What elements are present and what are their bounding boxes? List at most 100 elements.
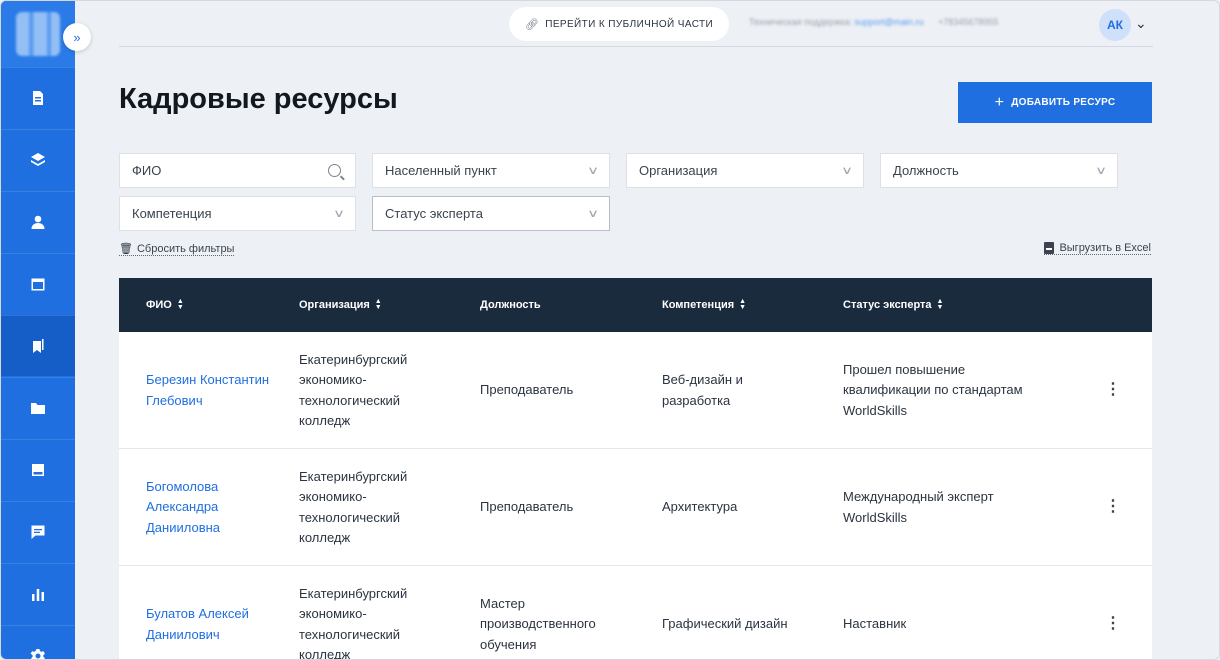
more-vertical-icon[interactable]: ⋮ bbox=[1103, 566, 1123, 659]
sidebar-item-documents[interactable] bbox=[1, 67, 75, 128]
logo-icon bbox=[16, 12, 60, 56]
row-competence: Архитектура bbox=[662, 499, 738, 515]
sidebar-item-folders[interactable] bbox=[1, 377, 75, 438]
export-excel-link[interactable]: Выгрузить в Excel bbox=[1044, 242, 1151, 255]
competence-select-label: Компетенция bbox=[132, 206, 212, 221]
expert-status-select-label: Статус эксперта bbox=[385, 206, 483, 221]
row-competence: Графический дизайн bbox=[662, 616, 788, 632]
trash-icon: 🗑︎ bbox=[119, 243, 133, 255]
sidebar-item-settings[interactable] bbox=[1, 625, 75, 659]
column-header-label: Организация bbox=[299, 299, 370, 311]
topbar: 🔗︎ ПЕРЕЙТИ К ПУБЛИЧНОЙ ЧАСТИ Техническая… bbox=[119, 1, 1153, 47]
row-organization: Екатеринбургский экономико-технологическ… bbox=[299, 351, 408, 429]
support-label: Техническая поддержка: bbox=[749, 17, 852, 27]
sort-icon: ▲ ▼ bbox=[936, 298, 944, 311]
column-header-status[interactable]: Статус эксперта ▲ ▼ bbox=[843, 278, 1023, 332]
resources-table: ФИО ▲ ▼ Организация ▲ ▼ Должность Компетен… bbox=[119, 278, 1152, 660]
fio-search-input[interactable]: ФИО bbox=[119, 153, 356, 188]
column-header-organization[interactable]: Организация ▲ ▼ bbox=[299, 278, 449, 332]
folder-icon bbox=[31, 403, 45, 414]
reset-filters-link[interactable]: 🗑︎ Сбросить фильтры bbox=[119, 242, 235, 256]
document-icon bbox=[33, 91, 43, 105]
row-fio-link[interactable]: Богомолова Александра Данииловна bbox=[146, 449, 281, 566]
table-header: ФИО ▲ ▼ Организация ▲ ▼ Должность Компетен… bbox=[119, 278, 1152, 332]
city-select-label: Населенный пункт bbox=[385, 163, 497, 178]
column-header-label: Статус эксперта bbox=[843, 299, 932, 311]
bookmarks-icon bbox=[33, 339, 44, 353]
competence-select[interactable]: Компетенция ∨ bbox=[119, 196, 356, 231]
sort-icon: ▲ ▼ bbox=[374, 298, 382, 311]
support-phone[interactable]: +78345678955 bbox=[938, 17, 998, 27]
more-vertical-icon[interactable]: ⋮ bbox=[1103, 332, 1123, 449]
row-fio-link[interactable]: Березин Константин Глебович bbox=[146, 332, 281, 449]
support-email[interactable]: support@main.ru bbox=[854, 17, 923, 27]
table-row: Богомолова Александра Данииловна Екатери… bbox=[119, 449, 1152, 566]
chevron-down-icon: ∨ bbox=[1094, 165, 1108, 177]
add-resource-button[interactable]: + ДОБАВИТЬ РЕСУРС bbox=[958, 82, 1152, 123]
chevron-down-icon[interactable]: ⌄ bbox=[1135, 15, 1147, 32]
row-position: Мастер производственного обучения bbox=[480, 595, 596, 652]
row-competence: Веб-дизайн и разработка bbox=[662, 372, 743, 408]
row-fio-link[interactable]: Булатов Алексей Даниилович bbox=[146, 566, 281, 659]
sort-icon: ▲ ▼ bbox=[739, 298, 747, 311]
row-position: Преподаватель bbox=[480, 382, 574, 398]
plus-icon: + bbox=[994, 93, 1005, 111]
column-header-position: Должность bbox=[480, 278, 630, 332]
sidebar-item-messages[interactable] bbox=[1, 501, 75, 562]
column-header-fio[interactable]: ФИО ▲ ▼ bbox=[146, 278, 281, 332]
sidebar-item-users[interactable] bbox=[1, 191, 75, 252]
public-part-button[interactable]: 🔗︎ ПЕРЕЙТИ К ПУБЛИЧНОЙ ЧАСТИ bbox=[509, 7, 729, 41]
link-icon: 🔗︎ bbox=[524, 18, 540, 31]
public-part-label: ПЕРЕЙТИ К ПУБЛИЧНОЙ ЧАСТИ bbox=[545, 18, 714, 30]
sidebar-item-library[interactable] bbox=[1, 439, 75, 500]
row-position: Преподаватель bbox=[480, 499, 574, 515]
user-icon bbox=[31, 215, 45, 229]
sidebar-item-analytics[interactable] bbox=[1, 563, 75, 624]
position-select[interactable]: Должность ∨ bbox=[880, 153, 1118, 188]
chevron-down-icon: ∨ bbox=[332, 208, 346, 220]
table-row: Булатов Алексей Даниилович Екатеринбургс… bbox=[119, 566, 1152, 660]
sidebar-toggle-button[interactable]: » bbox=[63, 23, 91, 51]
position-select-label: Должность bbox=[893, 163, 959, 178]
double-chevron-right-icon: » bbox=[73, 29, 81, 45]
calendar-icon bbox=[31, 278, 45, 291]
layers-icon bbox=[31, 153, 45, 166]
column-header-competence[interactable]: Компетенция ▲ ▼ bbox=[662, 278, 812, 332]
add-resource-label: ДОБАВИТЬ РЕСУРС bbox=[1011, 97, 1116, 108]
sidebar-item-layers[interactable] bbox=[1, 129, 75, 190]
gear-icon bbox=[30, 649, 45, 659]
organization-select-label: Организация bbox=[639, 163, 718, 178]
fio-placeholder: ФИО bbox=[132, 163, 162, 178]
app-frame: » 🔗︎ ПЕРЕЙТИ К ПУБЛИЧНОЙ ЧАСТИ Техническ… bbox=[0, 0, 1220, 660]
chevron-down-icon: ∨ bbox=[840, 165, 854, 177]
row-organization: Екатеринбургский экономико-технологическ… bbox=[299, 585, 408, 660]
chat-icon bbox=[31, 525, 45, 539]
sidebar-item-calendar[interactable] bbox=[1, 253, 75, 314]
avatar[interactable]: АК bbox=[1099, 9, 1131, 41]
file-icon bbox=[1044, 242, 1055, 254]
sidebar-item-resources[interactable] bbox=[1, 315, 75, 376]
more-vertical-icon[interactable]: ⋮ bbox=[1103, 449, 1123, 566]
row-status: Наставник bbox=[843, 616, 907, 632]
search-icon bbox=[328, 164, 341, 177]
chevron-down-icon: ∨ bbox=[586, 208, 600, 220]
page-title: Кадровые ресурсы bbox=[119, 83, 398, 115]
city-select[interactable]: Населенный пункт ∨ bbox=[372, 153, 610, 188]
reset-filters-label: Сбросить фильтры bbox=[136, 242, 235, 255]
column-header-label: ФИО bbox=[146, 299, 172, 311]
sort-icon: ▲ ▼ bbox=[176, 298, 184, 311]
row-organization: Екатеринбургский экономико-технологическ… bbox=[299, 468, 408, 546]
export-excel-label: Выгрузить в Excel bbox=[1059, 242, 1151, 254]
column-header-label: Компетенция bbox=[662, 299, 735, 311]
support-info: Техническая поддержка: support@main.ru +… bbox=[749, 17, 998, 27]
row-status: Прошел повышение квалификации по стандар… bbox=[843, 361, 1023, 418]
book-icon bbox=[32, 464, 44, 476]
row-status: Международный эксперт WorldSkills bbox=[843, 489, 994, 525]
organization-select[interactable]: Организация ∨ bbox=[626, 153, 864, 188]
column-header-label: Должность bbox=[480, 299, 541, 311]
bar-chart-icon bbox=[32, 589, 44, 601]
table-row: Березин Константин Глебович Екатеринбург… bbox=[119, 332, 1152, 449]
expert-status-select[interactable]: Статус эксперта ∨ bbox=[372, 196, 610, 231]
sidebar bbox=[1, 1, 75, 659]
chevron-down-icon: ∨ bbox=[586, 165, 600, 177]
